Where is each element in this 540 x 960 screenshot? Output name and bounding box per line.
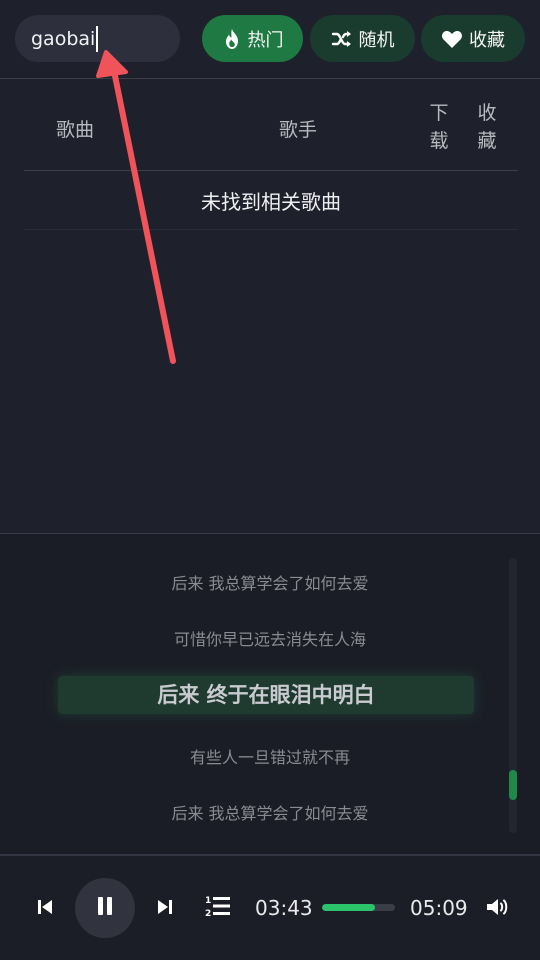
song-table-header: 歌曲 歌手 下载 收藏	[24, 79, 518, 171]
music-app: gaobai 热门 随机 收藏 歌曲 歌手 下载 收藏 未找到相关歌曲 后来 我…	[0, 0, 540, 960]
pause-icon	[95, 895, 115, 921]
skip-next-icon	[155, 897, 175, 921]
column-header-favorite: 收藏	[477, 102, 497, 152]
lyric-line: 后来 我总算学会了如何去爱	[171, 804, 369, 823]
total-time: 05:09	[410, 896, 468, 920]
svg-text:2: 2	[205, 909, 211, 918]
favorites-button[interactable]: 收藏	[421, 15, 525, 62]
column-header-singer: 歌手	[279, 119, 318, 141]
progress-bar[interactable]	[322, 904, 395, 911]
random-button-label: 随机	[358, 29, 395, 51]
flame-icon	[222, 28, 242, 50]
lyrics-scrollbar[interactable]	[509, 558, 517, 833]
numbered-list-icon: 1 2	[205, 894, 231, 922]
lyric-line-active: 后来 终于在眼泪中明白	[58, 676, 474, 714]
previous-button[interactable]	[32, 896, 58, 922]
search-input[interactable]: gaobai	[15, 15, 180, 62]
lyrics-panel: 后来 我总算学会了如何去爱 可惜你早已远去消失在人海 后来 终于在眼泪中明白 有…	[0, 534, 540, 854]
progress-bar-fill	[322, 904, 376, 911]
search-input-value: gaobai	[31, 27, 96, 50]
text-cursor	[96, 25, 99, 52]
next-button[interactable]	[152, 896, 178, 922]
lyrics-scrollbar-thumb[interactable]	[509, 770, 517, 800]
random-button[interactable]: 随机	[310, 15, 415, 62]
skip-previous-icon	[35, 897, 55, 921]
volume-icon	[485, 896, 511, 922]
lyric-line: 后来 我总算学会了如何去爱	[171, 574, 369, 593]
playlist-button[interactable]: 1 2	[204, 894, 232, 922]
volume-button[interactable]	[484, 895, 512, 923]
empty-result-message: 未找到相关歌曲	[24, 172, 518, 230]
pause-button[interactable]	[75, 878, 135, 938]
favorites-button-label: 收藏	[469, 29, 505, 51]
column-header-download: 下载	[429, 102, 449, 152]
hot-button-label: 热门	[247, 29, 284, 51]
heart-icon	[441, 29, 463, 49]
column-header-song: 歌曲	[56, 119, 95, 141]
lyric-line: 有些人一旦错过就不再	[189, 748, 350, 767]
svg-text:1: 1	[205, 896, 211, 906]
shuffle-icon	[331, 29, 353, 49]
lyric-line: 可惜你早已远去消失在人海	[173, 630, 366, 649]
top-bar: gaobai 热门 随机 收藏	[0, 0, 540, 78]
current-time: 03:43	[255, 896, 313, 920]
player-bar: 1 2 03:43 05:09	[0, 856, 540, 960]
hot-button[interactable]: 热门	[202, 15, 303, 62]
